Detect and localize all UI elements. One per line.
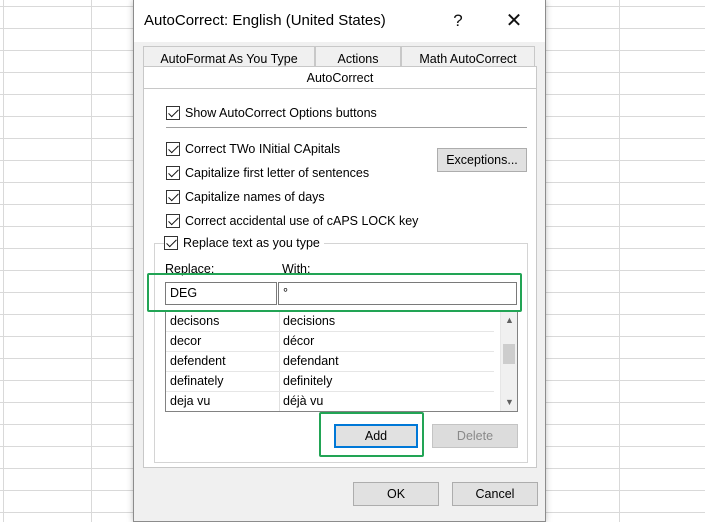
list-with-cell: déjà vu <box>283 394 324 408</box>
checkbox-label: Correct TWo INitial CApitals <box>185 142 341 156</box>
exceptions-button[interactable]: Exceptions... <box>437 148 527 172</box>
list-replace-cell: definately <box>170 374 224 388</box>
checkbox-icon[interactable] <box>166 190 180 204</box>
autocorrect-tab-panel: Show AutoCorrect Options buttons Correct… <box>143 88 537 468</box>
autocorrect-list[interactable]: decisons decisions decor décor defendent… <box>165 311 518 412</box>
list-replace-cell: decisons <box>170 314 220 328</box>
list-with-cell: décor <box>283 334 315 348</box>
correct-caps-lock-checkbox[interactable]: Correct accidental use of cAPS LOCK key <box>166 212 418 230</box>
list-replace-cell: defendent <box>170 354 226 368</box>
close-icon[interactable]: ✕ <box>497 8 531 34</box>
list-item[interactable]: decisons decisions <box>166 312 494 332</box>
delete-button[interactable]: Delete <box>432 424 518 448</box>
list-scrollbar[interactable]: ▲ ▼ <box>500 312 517 411</box>
list-replace-cell: deja vu <box>170 394 211 408</box>
list-with-cell: defendant <box>283 354 339 368</box>
separator <box>166 127 527 128</box>
help-icon[interactable]: ? <box>441 8 475 34</box>
checkbox-icon[interactable] <box>166 106 180 120</box>
show-autocorrect-options-checkbox[interactable]: Show AutoCorrect Options buttons <box>166 104 377 122</box>
dialog-title: AutoCorrect: English (United States) <box>144 12 386 29</box>
cancel-button[interactable]: Cancel <box>452 482 538 506</box>
list-item[interactable]: defendent defendant <box>166 352 494 372</box>
list-item[interactable]: definately definitely <box>166 372 494 392</box>
replace-input[interactable]: DEG <box>165 282 277 305</box>
column-divider <box>279 352 280 371</box>
with-input[interactable]: ° <box>278 282 517 305</box>
list-item[interactable]: decor décor <box>166 332 494 352</box>
add-button[interactable]: Add <box>334 424 418 448</box>
capitalize-first-letter-checkbox[interactable]: Capitalize first letter of sentences <box>166 164 369 182</box>
column-divider <box>279 312 280 331</box>
correct-two-initial-capitals-checkbox[interactable]: Correct TWo INitial CApitals <box>166 140 340 158</box>
title-bar[interactable]: AutoCorrect: English (United States) ? ✕ <box>134 0 545 42</box>
checkbox-icon[interactable] <box>166 142 180 156</box>
scroll-thumb[interactable] <box>503 344 515 364</box>
checkbox-icon[interactable] <box>166 166 180 180</box>
column-divider <box>279 392 280 411</box>
with-label: With: <box>282 262 311 276</box>
checkbox-label: Capitalize names of days <box>185 190 325 204</box>
list-replace-cell: decor <box>170 334 202 348</box>
scroll-down-icon[interactable]: ▼ <box>501 394 517 411</box>
replace-text-as-you-type-checkbox[interactable]: Replace text as you type <box>164 234 324 252</box>
replace-label: Replace: <box>165 262 215 276</box>
column-divider <box>279 332 280 351</box>
list-with-cell: decisions <box>283 314 336 328</box>
checkbox-label: Correct accidental use of cAPS LOCK key <box>185 214 419 228</box>
checkbox-label: Show AutoCorrect Options buttons <box>185 106 377 120</box>
list-with-cell: definitely <box>283 374 333 388</box>
ok-button[interactable]: OK <box>353 482 439 506</box>
tab-autocorrect[interactable]: AutoCorrect <box>143 66 537 88</box>
scroll-up-icon[interactable]: ▲ <box>501 312 517 329</box>
column-divider <box>279 372 280 391</box>
checkbox-icon[interactable] <box>166 214 180 228</box>
checkbox-icon[interactable] <box>164 236 178 250</box>
checkbox-label: Replace text as you type <box>183 236 320 250</box>
checkbox-label: Capitalize first letter of sentences <box>185 166 370 180</box>
autocorrect-dialog: AutoCorrect: English (United States) ? ✕… <box>133 0 546 522</box>
capitalize-names-of-days-checkbox[interactable]: Capitalize names of days <box>166 188 325 206</box>
list-item[interactable]: deja vu déjà vu <box>166 392 494 411</box>
